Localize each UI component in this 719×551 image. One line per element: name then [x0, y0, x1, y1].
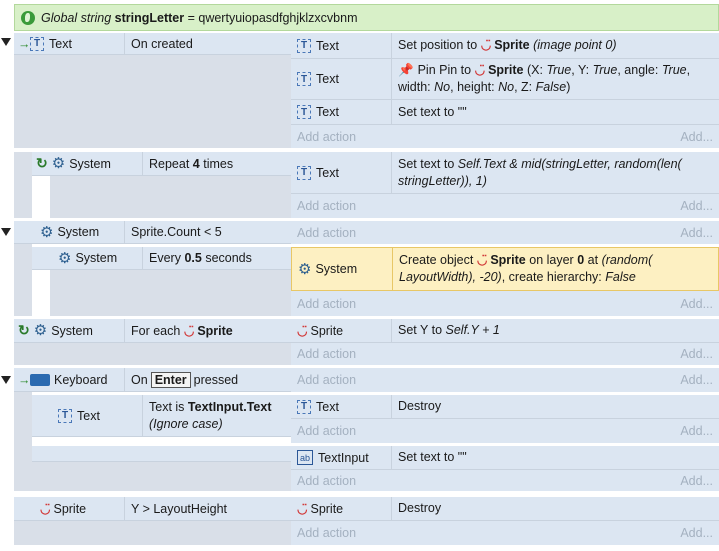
- action-row[interactable]: T Text 📌 Pin Pin to ◡̈ Sprite (X: True, Y: …: [291, 59, 719, 100]
- add-action-link[interactable]: Add action: [297, 130, 356, 144]
- sprite-icon: ◡̈: [183, 323, 195, 338]
- event-indent-area: [14, 152, 32, 218]
- event-condition[interactable]: → Keyboard On Enter pressed: [14, 368, 291, 392]
- add-action-link[interactable]: Add action: [297, 373, 356, 387]
- event-condition[interactable]: T Text Text is TextInput.Text (Ignore cas…: [32, 395, 291, 437]
- collapse-triangle-icon[interactable]: [1, 376, 11, 384]
- sprite-icon: ◡̈: [474, 63, 486, 77]
- system-gear-icon: ⚙: [298, 260, 312, 278]
- trigger-arrow-icon: →: [18, 36, 31, 51]
- sprite-icon: ◡̈: [40, 501, 51, 516]
- add-action-link[interactable]: Add action: [297, 199, 356, 213]
- add-action-link[interactable]: Add action: [297, 347, 356, 361]
- system-gear-icon: ⚙: [33, 322, 48, 339]
- global-var-prefix: Global string: [41, 10, 112, 25]
- textinput-icon: ab: [297, 450, 313, 465]
- add-action-row[interactable]: Add action Add...: [291, 221, 719, 244]
- event-condition[interactable]: ◡̈ Sprite Y > LayoutHeight: [14, 497, 291, 521]
- event-indent-area: [14, 244, 32, 316]
- text-object-icon: T: [297, 38, 311, 53]
- event-indent-area: [32, 462, 291, 491]
- add-action-row[interactable]: Add action Add...: [291, 368, 719, 392]
- event-condition[interactable]: ↻ ⚙ System Repeat 4 times: [32, 152, 291, 176]
- action-row[interactable]: ◡̈ Sprite Destroy: [291, 497, 719, 521]
- action-row[interactable]: T Text Destroy: [291, 395, 719, 419]
- add-more-link[interactable]: Add...: [680, 373, 713, 387]
- global-variable-row[interactable]: Global string stringLetter = qwertyuiopa…: [14, 4, 719, 31]
- event-indent-area: [14, 392, 32, 491]
- add-more-link[interactable]: Add...: [680, 347, 713, 361]
- event-condition[interactable]: ⚙ System Sprite.Count < 5: [14, 221, 291, 244]
- text-object-icon: T: [297, 72, 311, 86]
- text-object-icon: T: [58, 408, 72, 423]
- event-condition[interactable]: ↻ ⚙ System For each ◡̈ Sprite: [14, 319, 291, 343]
- loop-icon: ↻: [18, 322, 30, 338]
- system-gear-icon: ⚙: [40, 223, 54, 241]
- event-indent-area: [14, 55, 291, 148]
- pin-icon: 📌: [398, 63, 414, 77]
- text-object-icon: T: [297, 105, 311, 119]
- global-var-value: qwertyuiopasdfghjklzxcvbnm: [198, 10, 358, 25]
- action-row-selected[interactable]: ⚙ System Create object ◡̈ Sprite on layer …: [291, 247, 719, 291]
- add-action-link[interactable]: Add action: [297, 424, 356, 438]
- action-row[interactable]: ◡̈ Sprite Set Y to Self.Y + 1: [291, 319, 719, 343]
- add-action-row[interactable]: Add action Add...: [291, 343, 719, 365]
- text-object-icon: T: [297, 399, 311, 414]
- event-indent-area: [50, 270, 291, 316]
- event-condition-empty[interactable]: [32, 446, 291, 462]
- global-var-name: stringLetter: [114, 10, 185, 25]
- add-more-link[interactable]: Add...: [680, 226, 713, 240]
- collapse-triangle-icon[interactable]: [1, 228, 11, 236]
- add-action-row[interactable]: Add action Add...: [291, 125, 719, 148]
- add-more-link[interactable]: Add...: [680, 130, 713, 144]
- event-indent-area: [14, 343, 291, 365]
- keyboard-icon: [30, 373, 50, 386]
- add-action-row[interactable]: Add action Add...: [291, 521, 719, 545]
- globe-icon: [21, 10, 35, 25]
- action-row[interactable]: T Text Set text to Self.Text & mid(string…: [291, 152, 719, 194]
- event-condition[interactable]: → T Text On created: [14, 33, 291, 55]
- add-action-row[interactable]: Add action Add...: [291, 470, 719, 491]
- text-object-icon: T: [30, 36, 44, 51]
- add-action-row[interactable]: Add action Add...: [291, 291, 719, 316]
- sprite-icon: ◡̈: [297, 501, 308, 516]
- collapse-triangle-icon[interactable]: [1, 38, 11, 46]
- text-object-icon: T: [297, 165, 311, 180]
- add-more-link[interactable]: Add...: [680, 297, 713, 311]
- add-more-link[interactable]: Add...: [680, 199, 713, 213]
- add-action-link[interactable]: Add action: [297, 297, 356, 311]
- action-row[interactable]: T Text Set position to ◡̈ Sprite (image po…: [291, 33, 719, 59]
- sprite-icon: ◡̈: [480, 38, 492, 52]
- add-action-row[interactable]: Add action Add...: [291, 419, 719, 443]
- trigger-arrow-icon: →: [18, 372, 31, 387]
- event-condition[interactable]: ⚙ System Every 0.5 seconds: [32, 247, 291, 270]
- add-action-row[interactable]: Add action Add...: [291, 194, 719, 218]
- add-action-link[interactable]: Add action: [297, 526, 356, 540]
- system-gear-icon: ⚙: [58, 249, 72, 267]
- loop-icon: ↻: [36, 155, 48, 171]
- key-label: Enter: [150, 371, 191, 388]
- add-action-link[interactable]: Add action: [297, 226, 356, 240]
- action-row[interactable]: T Text Set text to "": [291, 100, 719, 125]
- add-more-link[interactable]: Add...: [680, 474, 713, 488]
- add-more-link[interactable]: Add...: [680, 526, 713, 540]
- event-indent-area: [14, 521, 291, 545]
- action-row[interactable]: ab TextInput Set text to "": [291, 446, 719, 470]
- event-indent-area: [50, 176, 291, 218]
- add-more-link[interactable]: Add...: [680, 424, 713, 438]
- sprite-icon: ◡̈: [476, 253, 488, 267]
- add-action-link[interactable]: Add action: [297, 474, 356, 488]
- system-gear-icon: ⚙: [51, 155, 66, 172]
- sprite-icon: ◡̈: [297, 323, 308, 338]
